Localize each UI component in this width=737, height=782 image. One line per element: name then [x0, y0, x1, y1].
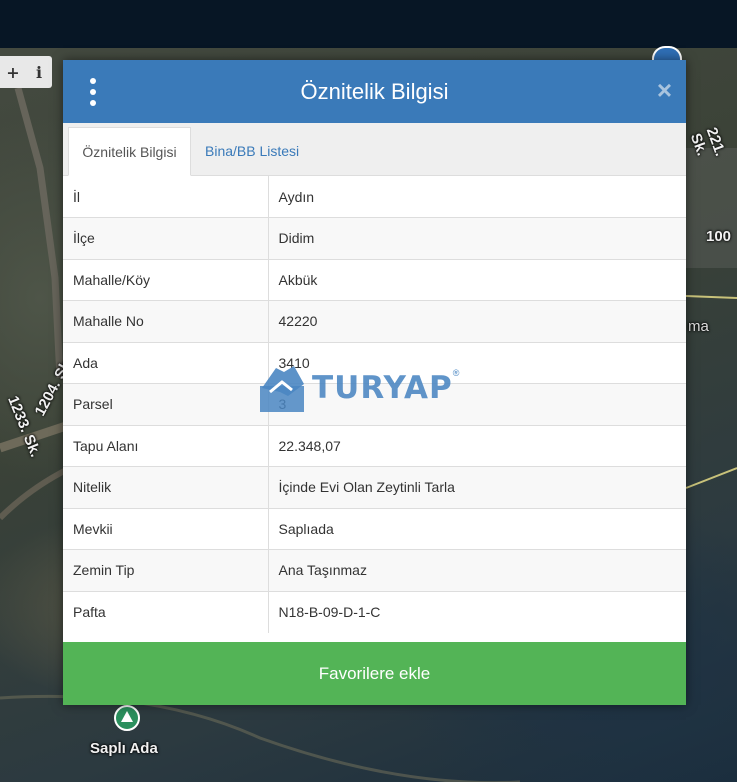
add-favorite-button[interactable]: Favorilere ekle [63, 642, 686, 705]
info-button[interactable]: i [26, 63, 52, 82]
table-row: İl Aydın [63, 176, 686, 218]
attribute-value: 3 [268, 383, 686, 425]
table-row: Ada 3410 [63, 341, 686, 384]
map-label-place: Saplı Ada [90, 740, 158, 757]
attribute-key: Tapu Alanı [63, 424, 269, 467]
table-row: Tapu Alanı 22.348,07 [63, 424, 686, 467]
kebab-menu-icon[interactable] [83, 78, 103, 106]
attribute-key: Mevkii [63, 507, 269, 550]
table-row: İlçe Didim [63, 217, 686, 259]
modal-header: Öznitelik Bilgisi × [63, 60, 686, 123]
attribute-value: Didim [268, 217, 686, 259]
attribute-key: İl [63, 176, 269, 218]
attribute-key: Zemin Tip [63, 549, 269, 591]
map-label-place: ma [688, 318, 709, 335]
map-controls: + i [0, 56, 52, 88]
table-row: Mahalle/Köy Akbük [63, 258, 686, 301]
attribute-key: Pafta [63, 590, 269, 633]
table-row: Nitelik İçinde Evi Olan Zeytinli Tarla [63, 466, 686, 508]
attribute-key: Parsel [63, 383, 269, 425]
attribute-value: Saplıada [268, 507, 686, 550]
attribute-value: 42220 [268, 300, 686, 342]
attribute-key: İlçe [63, 217, 269, 259]
attribute-value: Aydın [278, 188, 315, 205]
attribute-key: Mahalle No [63, 300, 269, 342]
attribute-key: Nitelik [63, 466, 269, 508]
map-label-number: 100 [706, 228, 732, 245]
attribute-modal: Öznitelik Bilgisi × Öznitelik Bilgisi Bi… [63, 60, 686, 705]
table-row: Pafta N18-B-09-D-1-C [63, 590, 686, 633]
attribute-value: Akbük [268, 258, 686, 301]
top-bar [0, 0, 737, 48]
modal-title: Öznitelik Bilgisi [300, 78, 449, 104]
zoom-in-button[interactable]: + [0, 63, 26, 82]
attribute-value: Ana Taşınmaz [268, 549, 686, 591]
tab-attribute-info[interactable]: Öznitelik Bilgisi [68, 127, 191, 176]
attribute-value: İçinde Evi Olan Zeytinli Tarla [268, 466, 686, 508]
attribute-value: 3410 [268, 341, 686, 384]
table-row: Mevkii Saplıada [63, 507, 686, 550]
table-row: Mahalle No 42220 [63, 300, 686, 342]
modal-tabs: Öznitelik Bilgisi Bina/BB Listesi [63, 123, 686, 176]
table-row: Parsel 3 [63, 383, 686, 425]
attribute-key: Ada [63, 341, 269, 384]
attribute-table: İl Aydın İlçe Didim Mahalle/Köy Akbük Mahalle … [63, 176, 686, 633]
table-row: Zemin Tip Ana Taşınmaz [63, 549, 686, 591]
attribute-value: N18-B-09-D-1-C [268, 590, 686, 633]
attribute-value: 22.348,07 [268, 424, 686, 467]
tab-building-list[interactable]: Bina/BB Listesi [205, 127, 299, 175]
close-icon[interactable]: × [657, 76, 672, 104]
attribute-key: Mahalle/Köy [63, 258, 269, 301]
